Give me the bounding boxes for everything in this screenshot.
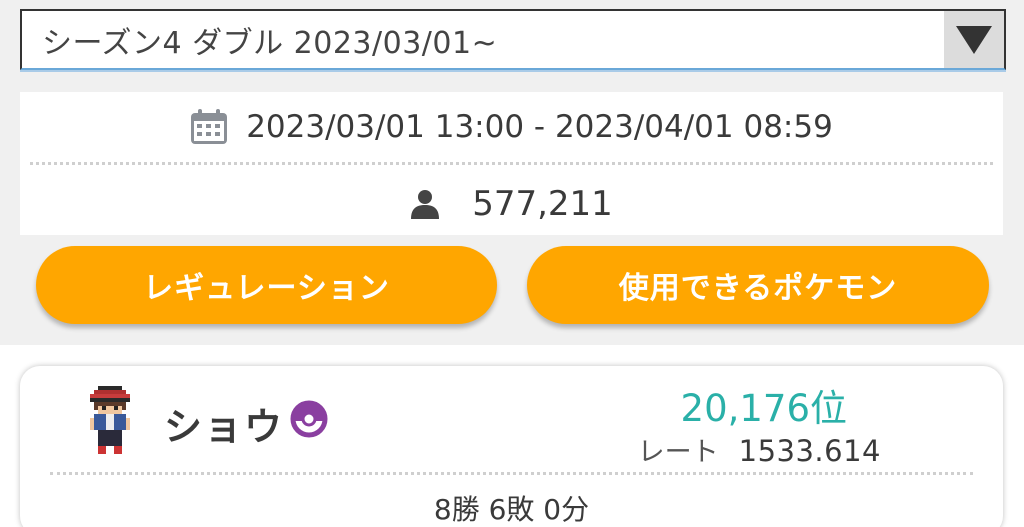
period-text: 2023/03/01 13:00 - 2023/04/01 08:59 — [246, 109, 833, 145]
divider — [30, 162, 993, 165]
divider — [50, 472, 973, 475]
trainer-avatar — [90, 386, 130, 454]
player-count-text: 577,211 — [472, 184, 613, 224]
rate-row: レート 1533.614 — [638, 430, 881, 469]
season-select[interactable]: シーズン4 ダブル 2023/03/01~ — [20, 9, 1006, 70]
triangle-down-icon[interactable] — [944, 11, 1004, 68]
calendar-icon — [191, 109, 228, 144]
trainer-name: ショウ — [164, 405, 285, 449]
regulation-button[interactable]: レギュレーション — [36, 246, 497, 324]
rank-value: 20,176位 — [680, 387, 847, 430]
season-info-panel: 2023/03/01 13:00 - 2023/04/01 08:59 577,… — [20, 92, 1003, 235]
season-select-value: シーズン4 ダブル 2023/03/01~ — [42, 25, 498, 61]
season-period: 2023/03/01 13:00 - 2023/04/01 08:59 — [20, 92, 1003, 162]
player-count: 577,211 — [20, 174, 1003, 234]
master-ball-icon — [290, 400, 328, 438]
usable-pokemon-button[interactable]: 使用できるポケモン — [527, 246, 989, 324]
rate-label: レート — [637, 437, 719, 468]
person-icon — [411, 190, 440, 219]
ranking-page: シーズン4 ダブル 2023/03/01~ 2023/03/01 13:00 -… — [0, 0, 1024, 527]
rate-value: 1533.614 — [738, 434, 881, 468]
trainer-card[interactable]: ショウ 20,176位 レート 1533.614 8勝 6敗 0分 — [20, 366, 1003, 527]
win-loss-record: 8勝 6敗 0分 — [433, 493, 590, 526]
